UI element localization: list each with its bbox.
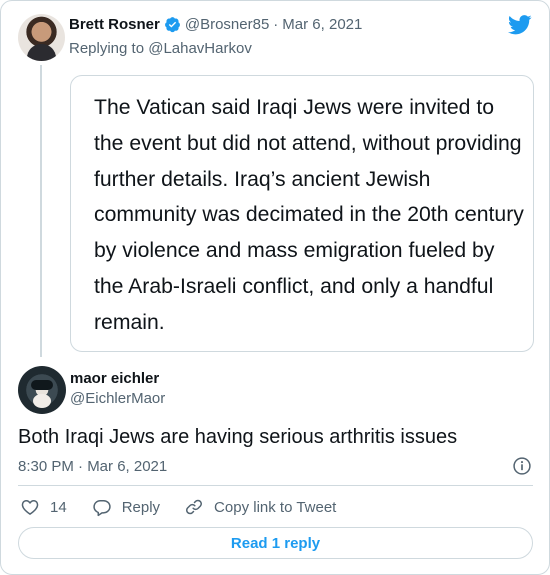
like-button[interactable]: 14 xyxy=(20,497,67,517)
reply-bubble-icon xyxy=(93,500,111,517)
thread-connector-line xyxy=(40,65,42,357)
author-handle[interactable]: @Brosner85 xyxy=(185,16,269,33)
author-handle[interactable]: @EichlerMaor xyxy=(70,390,165,407)
link-icon xyxy=(186,499,203,515)
copy-link-button[interactable]: Copy link to Tweet xyxy=(184,497,336,517)
separator-dot: · xyxy=(273,16,279,33)
like-count: 14 xyxy=(50,498,67,516)
tweet-date[interactable]: Mar 6, 2021 xyxy=(282,16,362,33)
replying-to-line[interactable]: Replying to @LahavHarkov xyxy=(69,40,252,57)
tweet-timestamp[interactable]: 8:30 PM · Mar 6, 2021 xyxy=(18,458,167,475)
reply-button[interactable]: Reply xyxy=(92,497,160,517)
read-replies-button[interactable]: Read 1 reply xyxy=(18,527,533,559)
heart-icon xyxy=(21,500,39,515)
author-name[interactable]: maor eichler xyxy=(70,370,159,387)
reply-label: Reply xyxy=(121,498,161,516)
avatar-maor-eichler[interactable] xyxy=(18,366,66,414)
action-bar: 14 Reply Copy link to Tweet xyxy=(18,497,336,517)
author-name[interactable]: Brett Rosner xyxy=(69,16,160,33)
verified-badge-icon xyxy=(164,17,180,33)
twitter-bird-icon[interactable] xyxy=(508,15,532,35)
quoted-text-image[interactable]: The Vatican said Iraqi Jews were invited… xyxy=(70,75,534,352)
avatar-brett-rosner[interactable] xyxy=(18,14,65,61)
divider xyxy=(18,485,533,486)
info-icon[interactable] xyxy=(512,456,532,476)
copy-link-label: Copy link to Tweet xyxy=(214,498,337,516)
quoted-image-text: The Vatican said Iraqi Jews were invited… xyxy=(94,96,524,334)
tweet1-header: Brett Rosner @Brosner85 · Mar 6, 2021 xyxy=(69,16,362,33)
tweet-text: Both Iraqi Jews are having serious arthr… xyxy=(18,426,458,448)
tweet-embed-card: Brett Rosner @Brosner85 · Mar 6, 2021 Re… xyxy=(0,0,550,575)
